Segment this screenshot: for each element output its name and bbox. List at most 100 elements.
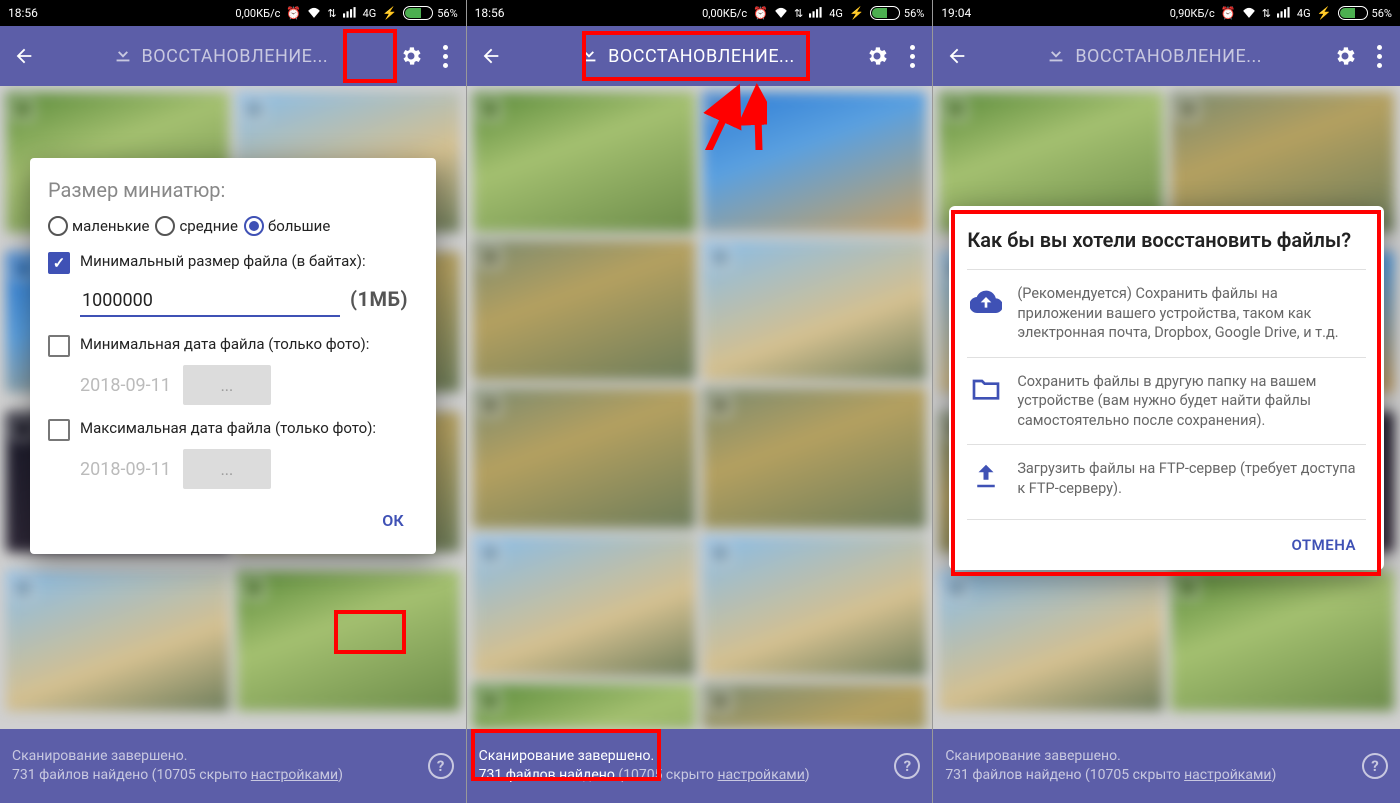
settings-button[interactable]	[1330, 41, 1360, 71]
max-date-picker-button[interactable]: ...	[183, 449, 271, 489]
battery-icon: 56%	[403, 6, 457, 20]
status-bar: 18:56 0,00КБ/с ⏰ ⇅ 4G ⚡ 56%	[0, 0, 466, 26]
alarm-icon: ⏰	[1221, 6, 1236, 20]
dialog-title: Размер миниатюр:	[48, 178, 418, 202]
charge-icon: ⚡	[849, 6, 864, 20]
footer-settings-link[interactable]: настройками	[1184, 767, 1271, 783]
footer-bar: Сканирование завершено. 731 файлов найде…	[933, 729, 1400, 803]
status-time: 18:56	[475, 6, 505, 20]
footer-found: 731 файлов найдено	[945, 767, 1081, 783]
status-speed: 0,90КБ/с	[1170, 7, 1215, 20]
app-title: ВОССТАНОВЛЕНИЕ...	[608, 46, 795, 67]
footer-settings-link[interactable]: настройками	[717, 767, 804, 783]
thumbnail-checkbox[interactable]	[709, 542, 731, 564]
back-button[interactable]	[943, 42, 971, 70]
thumbnail-checkbox[interactable]	[243, 577, 265, 599]
settings-dialog: Размер миниатюр: маленькие средние больш…	[30, 158, 436, 554]
thumbnail-checkbox[interactable]	[479, 246, 501, 268]
thumbnail-checkbox[interactable]	[709, 690, 731, 712]
status-speed: 0,00КБ/с	[235, 7, 280, 20]
panel-3: 19:04 0,90КБ/с ⏰ ⇅ 4G ⚡ 56% ВОССТАНОВЛЕН…	[933, 0, 1400, 803]
thumbnail-checkbox[interactable]	[479, 690, 501, 712]
radio-small[interactable]: маленькие	[48, 216, 149, 236]
checkbox-min-size[interactable]	[48, 252, 70, 274]
thumbnail-grid	[467, 86, 933, 729]
recover-option-folder[interactable]: Сохранить файлы в другую папку на вашем …	[967, 357, 1366, 445]
radio-medium[interactable]: средние	[155, 216, 238, 236]
thumbnail[interactable]	[473, 388, 696, 528]
thumbnail-checkbox[interactable]	[709, 394, 731, 416]
radio-large[interactable]: большие	[244, 216, 330, 236]
min-date-picker-button[interactable]: ...	[183, 365, 271, 405]
thumbnail-checkbox[interactable]	[479, 98, 501, 120]
upload-icon	[969, 459, 1003, 493]
checkbox-min-date-label: Минимальная дата файла (только фото):	[80, 335, 369, 353]
thumbnail[interactable]	[939, 571, 1162, 711]
checkbox-max-date-label: Максимальная дата файла (только фото):	[80, 419, 376, 437]
wifi-icon	[1242, 6, 1256, 21]
footer-found: 731 файлов найдено	[479, 767, 615, 783]
settings-button[interactable]	[396, 41, 426, 71]
charge-icon: ⚡	[382, 6, 397, 20]
thumbnail[interactable]	[473, 240, 696, 380]
folder-icon	[969, 372, 1003, 406]
help-button[interactable]: ?	[428, 753, 454, 779]
back-button[interactable]	[477, 42, 505, 70]
overflow-menu-button[interactable]	[1370, 45, 1390, 68]
min-date-value: 2018-09-11	[80, 375, 171, 396]
thumbnail[interactable]	[703, 240, 926, 380]
overflow-menu-button[interactable]	[902, 45, 922, 68]
thumbnail-checkbox[interactable]	[945, 98, 967, 120]
thumbnail-checkbox[interactable]	[479, 394, 501, 416]
updown-icon: ⇅	[794, 7, 803, 20]
thumbnail-checkbox[interactable]	[709, 246, 731, 268]
back-button[interactable]	[10, 42, 38, 70]
download-icon	[1045, 43, 1067, 69]
battery-icon: 56%	[870, 6, 924, 20]
thumbnail[interactable]	[703, 388, 926, 528]
status-speed: 0,00КБ/с	[702, 7, 747, 20]
footer-settings-link[interactable]: настройками	[251, 767, 338, 783]
app-title: ВОССТАНОВЛЕНИЕ...	[142, 46, 329, 67]
footer-bar: Сканирование завершено. 731 файлов найде…	[467, 729, 933, 803]
thumbnail[interactable]	[1171, 571, 1394, 711]
thumbnail[interactable]	[6, 571, 229, 711]
recover-dialog: Как бы вы хотели восстановить файлы? (Ре…	[949, 206, 1384, 570]
thumbnail-checkbox[interactable]	[479, 542, 501, 564]
thumbnail[interactable]	[473, 536, 696, 676]
thumbnail-checkbox[interactable]	[12, 577, 34, 599]
help-button[interactable]: ?	[894, 753, 920, 779]
overflow-menu-button[interactable]	[436, 45, 456, 68]
app-bar: ВОССТАНОВЛЕНИЕ...	[467, 26, 933, 86]
thumbnail[interactable]	[703, 536, 926, 676]
ok-button[interactable]: ОК	[368, 503, 417, 538]
recover-dialog-title: Как бы вы хотели восстановить файлы?	[967, 228, 1366, 253]
checkbox-max-date[interactable]	[48, 419, 70, 441]
footer-line1: Сканирование завершено.	[945, 747, 1362, 766]
help-button[interactable]: ?	[1362, 753, 1388, 779]
thumbnail[interactable]	[473, 92, 696, 232]
app-title: ВОССТАНОВЛЕНИЕ...	[1075, 46, 1262, 67]
thumbnail[interactable]	[237, 571, 460, 711]
thumbnail[interactable]	[473, 684, 696, 729]
panel-2: 18:56 0,00КБ/с ⏰ ⇅ 4G ⚡ 56% ВОССТАНОВЛЕН…	[467, 0, 934, 803]
download-icon	[578, 43, 600, 69]
recover-option-ftp[interactable]: Загрузить файлы на FTP-сервер (требует д…	[967, 444, 1366, 512]
updown-icon: ⇅	[1262, 7, 1271, 20]
alarm-icon: ⏰	[286, 6, 301, 20]
recover-option-cloud[interactable]: (Рекомендуется) Сохранить файлы на прило…	[967, 269, 1366, 357]
thumbnail-checkbox[interactable]	[243, 98, 265, 120]
wifi-icon	[774, 6, 788, 21]
thumbnail-checkbox[interactable]	[709, 98, 731, 120]
thumbnail-checkbox[interactable]	[1177, 577, 1199, 599]
thumbnail-checkbox[interactable]	[1177, 98, 1199, 120]
checkbox-min-date[interactable]	[48, 335, 70, 357]
signal-icon	[809, 6, 823, 21]
thumbnail[interactable]	[703, 684, 926, 729]
min-size-input[interactable]	[80, 286, 340, 317]
thumbnail-checkbox[interactable]	[945, 577, 967, 599]
settings-button[interactable]	[862, 41, 892, 71]
thumbnail-checkbox[interactable]	[12, 98, 34, 120]
cancel-button[interactable]: ОТМЕНА	[1281, 530, 1366, 560]
thumbnail[interactable]	[703, 92, 926, 232]
